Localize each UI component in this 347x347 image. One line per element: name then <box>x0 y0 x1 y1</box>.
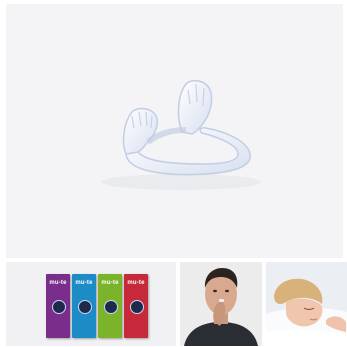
product-box: mu-te <box>46 274 70 338</box>
box-brand-label: mu-te <box>75 280 93 286</box>
box-brand-label: mu-te <box>49 280 67 286</box>
box-brand-label: mu-te <box>127 280 145 286</box>
nasal-dilator-product-icon <box>101 79 261 190</box>
main-product-image[interactable] <box>6 4 343 258</box>
man-inserting-device-photo-icon <box>180 262 262 346</box>
box-logo-icon <box>52 300 66 314</box>
product-box: mu-te <box>72 274 96 338</box>
box-logo-icon <box>104 300 118 314</box>
thumbnail-product-boxes[interactable]: mu-te mu-te mu-te mu-te <box>6 262 176 346</box>
product-box: mu-te <box>124 274 148 338</box>
box-logo-icon <box>78 300 92 314</box>
thumbnail-woman-sleeping[interactable] <box>266 262 347 346</box>
box-brand-label: mu-te <box>101 280 119 286</box>
thumbnail-man-using-device[interactable] <box>180 262 262 346</box>
box-logo-icon <box>130 300 144 314</box>
woman-sleeping-photo-icon <box>266 262 347 346</box>
product-box: mu-te <box>98 274 122 338</box>
